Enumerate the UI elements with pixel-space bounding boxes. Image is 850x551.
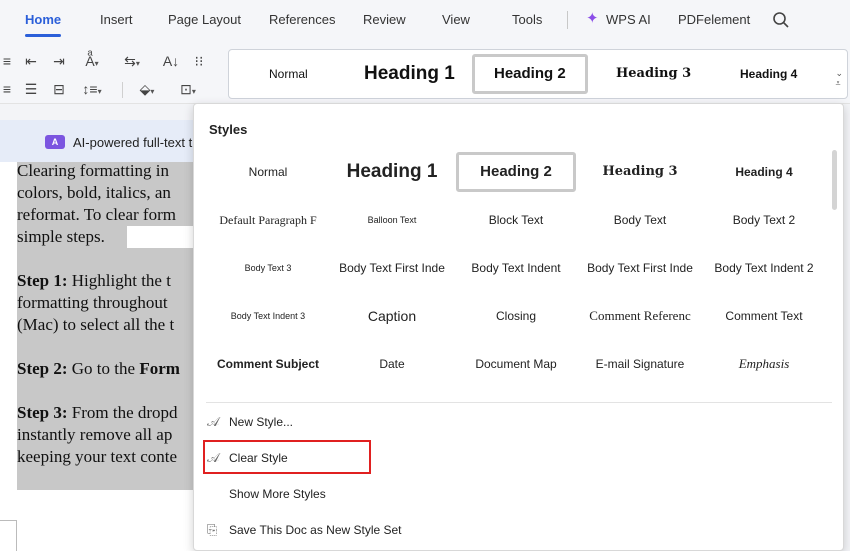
menu-bar: Home Insert Page Layout References Revie… (0, 0, 850, 40)
tab-page-layout[interactable]: Page Layout (168, 12, 241, 27)
step1-text: Highlight the t (71, 271, 171, 290)
new-style-icon: 𝒜 (207, 414, 220, 429)
style-document-map[interactable]: Document Map (456, 344, 576, 384)
style-body-text-3[interactable]: Body Text 3 (208, 248, 328, 288)
style-comment-text[interactable]: Comment Text (704, 296, 824, 336)
doc-line-step3: Step 3: From the dropd (17, 403, 178, 422)
gallery-style-heading-2[interactable]: Heading 2 (494, 50, 566, 98)
document-body[interactable]: Clearing formatting in colors, bold, ita… (17, 160, 217, 468)
sort-icon[interactable]: A↓ (160, 52, 182, 70)
style-balloon-text[interactable]: Balloon Text (332, 200, 452, 240)
gallery-style-heading-1[interactable]: Heading 1 (364, 50, 455, 98)
tab-insert[interactable]: Insert (100, 12, 133, 27)
page-corner-mark (16, 520, 17, 551)
show-more-styles-button[interactable]: Show More Styles (229, 481, 326, 507)
ai-translate-icon: A (45, 135, 65, 149)
tab-view[interactable]: View (442, 12, 470, 27)
style-body-text-first-indent[interactable]: Body Text First Inde (332, 248, 452, 288)
tab-tools[interactable]: Tools (512, 12, 542, 27)
style-heading-3[interactable]: Heading 3 (580, 152, 700, 192)
wps-ai-sparkle-icon: ✦ (586, 10, 599, 27)
borders-icon[interactable]: ⊡▾ (174, 80, 202, 98)
style-body-text[interactable]: Body Text (580, 200, 700, 240)
shading-icon[interactable]: ⬙▾ (133, 80, 161, 98)
align-left-icon[interactable]: ≡ (0, 80, 18, 98)
doc-line: keeping your text conte (17, 447, 178, 466)
bullets-icon[interactable]: ≡ (0, 52, 18, 70)
panel-scrollbar[interactable] (832, 150, 837, 210)
gallery-expand-icon[interactable]: ⌄ ⩡ (835, 68, 843, 88)
style-body-text-indent-2[interactable]: Body Text Indent 2 (704, 248, 824, 288)
style-body-text-indent[interactable]: Body Text Indent (456, 248, 576, 288)
save-style-set-label: Save This Doc as New Style Set (229, 523, 402, 537)
decrease-indent-icon[interactable]: ⇤ (20, 52, 42, 70)
doc-line: reformat. To clear form (17, 205, 176, 224)
step2-label: Step 2: (17, 359, 68, 378)
save-style-set-button[interactable]: ⎘ Save This Doc as New Style Set (207, 517, 402, 543)
doc-line (17, 248, 217, 270)
tab-references[interactable]: References (269, 12, 335, 27)
justify-icon[interactable]: ☰ (20, 80, 42, 98)
doc-line (17, 380, 217, 402)
step2-bold: Form (139, 359, 180, 378)
style-comment-subject[interactable]: Comment Subject (208, 344, 328, 384)
gallery-style-normal[interactable]: Normal (269, 50, 308, 98)
style-gallery: Normal Heading 1 Heading 2 Heading 3 Hea… (228, 49, 848, 99)
active-tab-indicator (25, 34, 61, 37)
step3-label: Step 3: (17, 403, 68, 422)
panel-divider (206, 402, 832, 403)
save-style-set-icon: ⎘ (207, 522, 218, 537)
style-closing[interactable]: Closing (456, 296, 576, 336)
doc-line: instantly remove all ap (17, 425, 173, 444)
doc-line (17, 336, 217, 358)
doc-line-step1: Step 1: Highlight the t (17, 270, 217, 292)
step1-label: Step 1: (17, 271, 68, 290)
tab-wps-ai[interactable]: WPS AI (606, 12, 651, 27)
text-direction-icon[interactable]: ⇆▾ (118, 52, 146, 70)
doc-line: colors, bold, italics, an (17, 183, 171, 202)
new-style-label: New Style... (229, 415, 294, 429)
styles-dropdown-panel: Styles Normal Heading 1 Heading 2 Headin… (193, 103, 844, 551)
style-email-signature[interactable]: E-mail Signature (580, 344, 700, 384)
clear-style-button[interactable]: 𝒜 Clear Style (207, 445, 288, 471)
style-heading-2[interactable]: Heading 2 (456, 152, 576, 192)
tab-review[interactable]: Review (363, 12, 406, 27)
style-comment-reference[interactable]: Comment Referenc (580, 296, 700, 336)
toolbar-divider (122, 82, 123, 98)
tab-home[interactable]: Home (25, 12, 61, 27)
style-caption[interactable]: Caption (332, 296, 452, 336)
style-default-paragraph-font[interactable]: Default Paragraph F (208, 200, 328, 240)
style-body-text-indent-3[interactable]: Body Text Indent 3 (208, 296, 328, 336)
distributed-align-icon[interactable]: ⊟ (48, 80, 70, 98)
increase-indent-icon[interactable]: ⇥ (48, 52, 70, 70)
doc-line: (Mac) to select all the t (17, 315, 175, 334)
show-more-styles-label: Show More Styles (229, 487, 326, 501)
page-corner-mark (0, 520, 17, 521)
gallery-style-heading-3[interactable]: Heading 3 (616, 50, 691, 98)
search-icon[interactable] (772, 11, 790, 29)
show-marks-icon[interactable]: ⁝⁝ (188, 52, 210, 70)
style-body-text-first-indent-2[interactable]: Body Text First Inde (580, 248, 700, 288)
style-normal[interactable]: Normal (208, 152, 328, 192)
doc-line: Clearing formatting in (17, 161, 170, 180)
ai-banner-text[interactable]: AI-powered full-text tr (73, 135, 197, 150)
clear-style-icon: 𝒜 (207, 450, 220, 465)
doc-line: formatting throughout (17, 293, 168, 312)
tab-pdfelement[interactable]: PDFelement (678, 12, 750, 27)
font-case-icon[interactable]: Aͣ▾ (78, 52, 106, 70)
clear-style-label: Clear Style (229, 451, 288, 465)
style-heading-1[interactable]: Heading 1 (332, 152, 452, 192)
style-block-text[interactable]: Block Text (456, 200, 576, 240)
new-style-button[interactable]: 𝒜 New Style... (207, 409, 293, 435)
styles-panel-title: Styles (209, 122, 248, 137)
style-emphasis[interactable]: Emphasis (704, 344, 824, 384)
gallery-style-heading-4[interactable]: Heading 4 (740, 50, 797, 98)
doc-line: simple steps. (17, 227, 105, 246)
style-body-text-2[interactable]: Body Text 2 (704, 200, 824, 240)
style-date[interactable]: Date (332, 344, 452, 384)
menu-divider (567, 11, 568, 29)
line-spacing-icon[interactable]: ↕≡▾ (78, 80, 106, 98)
style-heading-4[interactable]: Heading 4 (704, 152, 824, 192)
doc-line-step2: Step 2: Go to the Form (17, 359, 180, 378)
